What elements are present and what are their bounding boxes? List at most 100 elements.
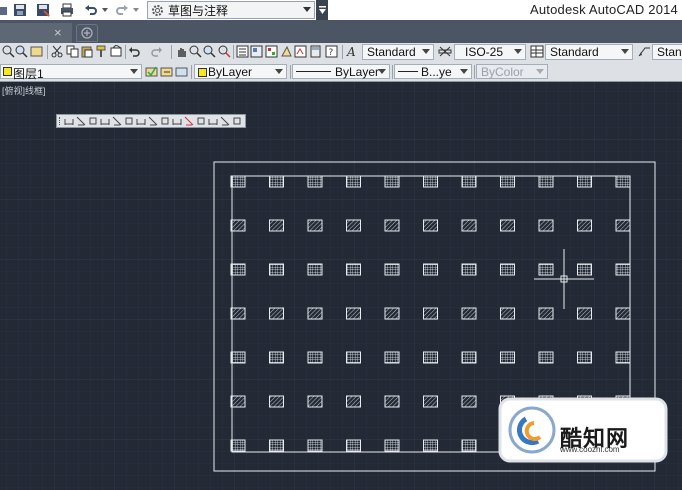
- grid-hatch-tile[interactable]: [538, 263, 554, 276]
- tab-close-icon[interactable]: ×: [54, 25, 62, 40]
- zoom-window-icon[interactable]: [15, 45, 28, 58]
- grid-hatch-tile[interactable]: [307, 263, 323, 276]
- diagonal-hatch-tile[interactable]: [423, 395, 438, 408]
- grid-hatch-tile[interactable]: [423, 351, 438, 364]
- quickcalc-icon[interactable]: [309, 45, 322, 58]
- grid-hatch-tile[interactable]: [269, 351, 284, 364]
- tool-palettes-icon[interactable]: [265, 45, 278, 58]
- layer-select[interactable]: 图层1: [0, 64, 142, 81]
- diagonal-hatch-tile[interactable]: [423, 307, 438, 320]
- dim-style-select[interactable]: ISO-25: [454, 44, 526, 60]
- dim-continue-icon[interactable]: [196, 116, 206, 126]
- diagonal-hatch-tile[interactable]: [230, 307, 246, 320]
- dim-quick-icon[interactable]: [172, 116, 182, 126]
- grid-hatch-tile[interactable]: [538, 351, 554, 364]
- diagonal-hatch-tile[interactable]: [269, 307, 284, 320]
- save-as-icon[interactable]: [35, 2, 51, 18]
- help-icon[interactable]: ?: [325, 45, 338, 58]
- save-icon[interactable]: [12, 2, 28, 18]
- dim-ordinate-icon[interactable]: [112, 116, 122, 126]
- block-editor-icon[interactable]: [110, 45, 123, 58]
- redo-small-icon[interactable]: [150, 45, 163, 58]
- cut-icon[interactable]: [51, 45, 64, 58]
- dim-style-icon[interactable]: [438, 44, 452, 59]
- grid-hatch-tile[interactable]: [577, 351, 592, 364]
- diagonal-hatch-tile[interactable]: [307, 395, 323, 408]
- grid-hatch-tile[interactable]: [500, 263, 515, 276]
- open-icon[interactable]: [0, 2, 10, 18]
- dim-aligned-icon[interactable]: [88, 116, 98, 126]
- grid-hatch-tile[interactable]: [230, 439, 246, 452]
- design-center-icon[interactable]: [250, 45, 263, 58]
- diagonal-hatch-tile[interactable]: [461, 395, 477, 408]
- file-tab[interactable]: ×: [0, 23, 72, 43]
- layer-previous-icon[interactable]: [160, 65, 173, 78]
- grid-hatch-tile[interactable]: [615, 351, 631, 364]
- layer-states-icon[interactable]: [30, 45, 43, 58]
- grid-hatch-tile[interactable]: [461, 351, 477, 364]
- grid-hatch-tile[interactable]: [346, 351, 361, 364]
- toolbar-grip[interactable]: [59, 117, 62, 125]
- lineweight-select[interactable]: B...ye: [394, 64, 472, 79]
- table-style-icon[interactable]: [530, 44, 544, 59]
- diagonal-hatch-tile[interactable]: [230, 395, 246, 408]
- grid-hatch-tile[interactable]: [538, 175, 554, 188]
- diagonal-hatch-tile[interactable]: [577, 219, 592, 232]
- grid-hatch-tile[interactable]: [307, 351, 323, 364]
- make-current-layer-icon[interactable]: [145, 65, 158, 78]
- print-icon[interactable]: [59, 2, 75, 18]
- grid-hatch-tile[interactable]: [461, 175, 477, 188]
- diagonal-hatch-tile[interactable]: [538, 307, 554, 320]
- diagonal-hatch-tile[interactable]: [384, 307, 400, 320]
- undo-dropdown-icon[interactable]: [101, 2, 109, 18]
- redo-icon[interactable]: [114, 2, 130, 18]
- diagonal-hatch-tile[interactable]: [423, 219, 438, 232]
- grid-hatch-tile[interactable]: [230, 263, 246, 276]
- grid-hatch-tile[interactable]: [577, 263, 592, 276]
- grid-hatch-tile[interactable]: [230, 175, 246, 188]
- zoom-previous-icon[interactable]: [203, 45, 216, 58]
- diagonal-hatch-tile[interactable]: [577, 307, 592, 320]
- layer-state-icon[interactable]: [175, 65, 188, 78]
- grid-hatch-tile[interactable]: [615, 175, 631, 188]
- grid-hatch-tile[interactable]: [269, 175, 284, 188]
- table-style-select[interactable]: Standard: [545, 44, 633, 60]
- diagonal-hatch-tile[interactable]: [500, 219, 515, 232]
- multileader-style-select[interactable]: Standa: [652, 44, 682, 60]
- dim-baseline-icon[interactable]: [184, 116, 194, 126]
- grid-hatch-tile[interactable]: [346, 175, 361, 188]
- grid-hatch-tile[interactable]: [461, 263, 477, 276]
- dim-angular-icon[interactable]: [160, 116, 170, 126]
- linetype-select[interactable]: ByLayer: [292, 64, 390, 79]
- quick-access-menu-button[interactable]: [316, 0, 328, 20]
- grid-hatch-tile[interactable]: [500, 351, 515, 364]
- field-icon[interactable]: [232, 116, 242, 126]
- dim-jogged-icon[interactable]: [136, 116, 146, 126]
- grid-hatch-tile[interactable]: [346, 263, 361, 276]
- grid-hatch-tile[interactable]: [269, 263, 284, 276]
- pan-icon[interactable]: [175, 45, 188, 58]
- zoom-realtime-icon[interactable]: [2, 45, 15, 58]
- diagonal-hatch-tile[interactable]: [346, 219, 361, 232]
- diagonal-hatch-tile[interactable]: [269, 395, 284, 408]
- grid-hatch-tile[interactable]: [269, 439, 284, 452]
- markup-icon[interactable]: [294, 45, 307, 58]
- redo-dropdown-icon[interactable]: [132, 2, 140, 18]
- grid-hatch-tile[interactable]: [461, 439, 477, 452]
- diagonal-hatch-tile[interactable]: [384, 219, 400, 232]
- sheet-set-icon[interactable]: [280, 45, 293, 58]
- dim-linear-icon[interactable]: [76, 116, 86, 126]
- grid-hatch-tile[interactable]: [384, 351, 400, 364]
- text-style-select[interactable]: Standard: [362, 44, 434, 60]
- grid-hatch-tile[interactable]: [423, 263, 438, 276]
- diagonal-hatch-tile[interactable]: [538, 219, 554, 232]
- properties-icon[interactable]: [236, 45, 249, 58]
- grid-hatch-tile[interactable]: [307, 439, 323, 452]
- copy-icon[interactable]: [66, 45, 79, 58]
- workspace-select[interactable]: 草图与注释: [147, 1, 315, 19]
- grid-hatch-tile[interactable]: [384, 263, 400, 276]
- diagonal-hatch-tile[interactable]: [230, 219, 246, 232]
- diagonal-hatch-tile[interactable]: [384, 395, 400, 408]
- text-style-icon[interactable]: A: [346, 44, 360, 59]
- dim-arc-icon[interactable]: [100, 116, 110, 126]
